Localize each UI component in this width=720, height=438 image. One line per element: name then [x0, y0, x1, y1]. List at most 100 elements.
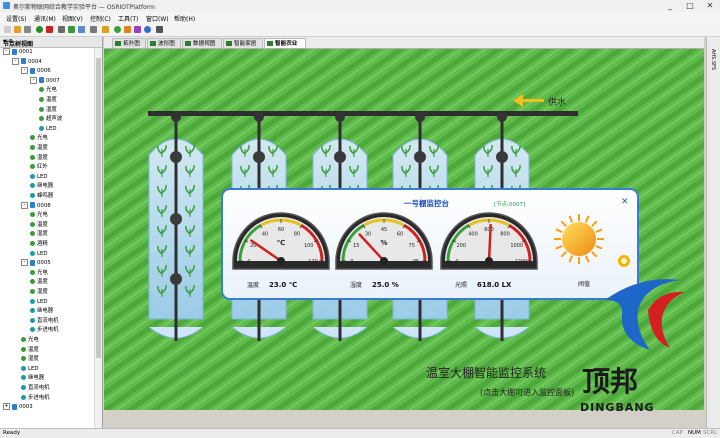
collapse-icon[interactable]: - — [30, 76, 37, 84]
sensor-icon — [30, 164, 35, 170]
menu-view[interactable]: 视图(V) — [62, 14, 83, 23]
monitor-panel[interactable]: 一号棚监控台 [节点:0007] ✕ 020406080100120℃温度 23.… — [221, 188, 639, 300]
tree-item[interactable]: 超声波 — [39, 115, 62, 124]
maximize-button[interactable]: □ — [680, 0, 700, 12]
greenhouse[interactable] — [148, 112, 204, 341]
tab-topology[interactable]: 拓扑图 — [112, 38, 146, 48]
tree-item[interactable]: 湿度 — [39, 106, 57, 115]
tree-item-label: 蜂鸣器 — [37, 193, 54, 199]
tree-item[interactable]: 继电器 — [30, 182, 53, 191]
tree-item[interactable]: +0003 — [3, 403, 33, 412]
tree-item[interactable]: LED — [30, 250, 48, 259]
tab-smart-agriculture[interactable]: 智能农业 — [264, 38, 306, 48]
tree-item[interactable]: LED — [21, 365, 39, 374]
gauge-tick-label: 120 — [308, 259, 318, 265]
tree-item[interactable]: 直流电机 — [30, 317, 59, 326]
tag-icon[interactable] — [156, 26, 163, 33]
anchor-icon[interactable] — [90, 26, 97, 33]
stop-icon[interactable] — [46, 26, 53, 33]
supply-label: 供水 — [548, 96, 566, 108]
collapse-icon[interactable]: - — [21, 259, 28, 267]
tree-item[interactable]: 步进电机 — [21, 394, 50, 403]
menu-control[interactable]: 控制(C) — [90, 14, 111, 23]
tree-item[interactable]: - 0001 — [3, 48, 33, 57]
tree-item[interactable]: 温度 — [30, 221, 48, 230]
tab-waveform[interactable]: 波形图 — [147, 38, 181, 48]
tree-item[interactable]: 直流电机 — [21, 384, 50, 393]
tree-item[interactable]: 湿度 — [30, 154, 48, 163]
close-window-button[interactable]: ✕ — [700, 0, 720, 12]
gauge-tick-label: 75 — [409, 243, 415, 249]
sensor-icon — [30, 145, 35, 150]
tree-item-label: 直流电机 — [37, 317, 59, 324]
menu-comm[interactable]: 通讯(M) — [34, 14, 56, 23]
collapse-icon[interactable]: - — [12, 57, 19, 65]
tree-item[interactable]: 光电 — [30, 269, 48, 278]
data-view-icon — [185, 41, 191, 46]
tree-item[interactable]: 温度 — [30, 144, 48, 153]
tree-item-label: 湿度 — [46, 106, 57, 113]
tree-item[interactable]: 湿度 — [21, 355, 39, 364]
threshold-toggle-icon[interactable] — [618, 255, 630, 267]
edit-icon[interactable] — [14, 26, 21, 33]
settings-icon[interactable] — [134, 26, 141, 33]
tree-item[interactable]: - 0008 — [21, 201, 51, 211]
close-panel-icon[interactable]: ✕ — [3, 38, 100, 45]
actuator-icon — [30, 327, 35, 333]
actuator-icon — [30, 298, 35, 304]
lightbulb-icon[interactable] — [102, 26, 109, 33]
tree-item[interactable]: - 0005 — [21, 259, 51, 268]
gauge-tick-label: 60 — [397, 231, 403, 237]
panel-close-button[interactable]: ✕ — [621, 197, 629, 207]
menu-tools[interactable]: 工具(T) — [118, 14, 138, 23]
tree-item[interactable]: - 0007 — [30, 76, 60, 86]
tree-item[interactable]: 酒精 — [30, 240, 48, 249]
tree-item[interactable]: 光电 — [21, 336, 39, 345]
tree-item[interactable]: 湿度 — [30, 230, 48, 239]
menu-window[interactable]: 窗口(W) — [146, 14, 169, 23]
menu-settings[interactable]: 设置(S) — [6, 14, 27, 23]
chart-icon[interactable] — [68, 26, 75, 33]
tree-item[interactable]: LED — [30, 173, 48, 182]
collapse-icon[interactable]: - — [21, 201, 28, 209]
info-icon[interactable] — [144, 26, 151, 33]
tree-item[interactable]: 红外 — [30, 163, 48, 172]
home-icon[interactable] — [124, 26, 131, 33]
scrollbar-thumb[interactable] — [96, 58, 101, 358]
tree-item[interactable]: 温度 — [39, 96, 57, 105]
tree-item[interactable]: - 0004 — [12, 57, 42, 67]
tree-item[interactable]: 温度 — [30, 278, 48, 287]
tree-scrollbar[interactable] — [94, 48, 102, 428]
right-dock-strip[interactable]: AHS.SFS — [706, 37, 720, 428]
gauge-label: 温度 — [247, 281, 259, 289]
tree-item-label: 光电 — [37, 135, 48, 142]
collapse-icon[interactable]: - — [21, 67, 28, 75]
menu-help[interactable]: 帮助(H) — [174, 14, 195, 23]
tree-item[interactable]: LED — [30, 298, 48, 307]
tree-item[interactable]: 光电 — [30, 134, 48, 143]
tree-item[interactable]: 光电 — [39, 86, 57, 95]
tab-smart-home[interactable]: 智能家居 — [223, 38, 263, 48]
new-icon[interactable] — [4, 26, 11, 33]
tree-item[interactable]: LED — [39, 125, 57, 134]
tree-item[interactable]: 继电器 — [21, 374, 44, 383]
node-tree-header: 节点树视图 ▾ ⊕ ✕ — [0, 37, 102, 48]
collapse-icon[interactable]: - — [3, 48, 10, 55]
refresh-icon[interactable] — [114, 26, 121, 33]
separator-icon — [24, 26, 31, 33]
tree-item[interactable]: 湿度 — [30, 288, 48, 297]
expand-icon[interactable]: + — [3, 403, 10, 411]
tree-item[interactable]: 继电器 — [30, 307, 53, 316]
monitor-icon[interactable] — [78, 26, 85, 33]
tree-item[interactable]: 温度 — [21, 346, 39, 355]
tree-item[interactable]: 光电 — [30, 211, 48, 220]
tree-item-label: 步进电机 — [37, 327, 59, 334]
gauge-tick-label: 15 — [353, 243, 359, 249]
tab-data-view[interactable]: 数据视图 — [182, 38, 222, 48]
minimize-button[interactable]: _ — [660, 0, 680, 12]
tree-item[interactable]: - 0006 — [21, 67, 51, 76]
play-icon[interactable] — [36, 26, 43, 33]
print-icon[interactable] — [58, 26, 65, 33]
tree-item[interactable]: 蜂鸣器 — [30, 192, 53, 201]
tree-item[interactable]: 步进电机 — [30, 326, 59, 335]
